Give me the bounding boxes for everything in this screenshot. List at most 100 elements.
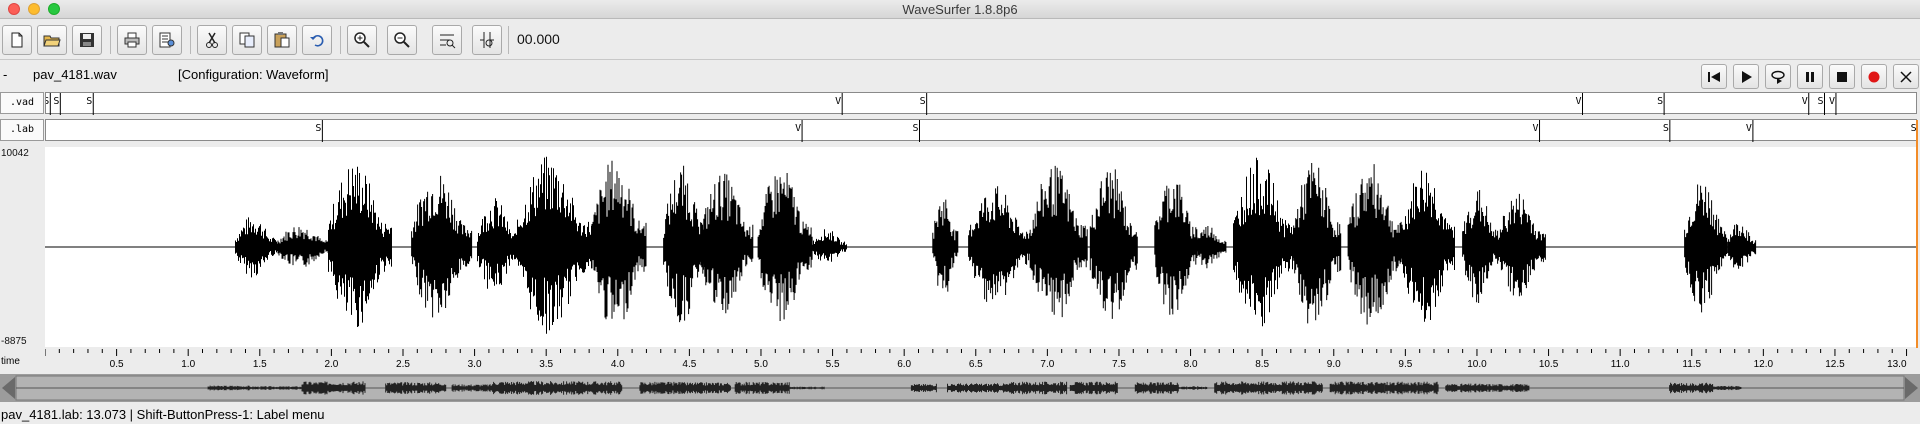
waveform-burst [1347,164,1403,325]
time-tick-label: 11.5 [1682,359,1701,370]
tier-label-text: V [795,123,801,134]
copy-icon [239,32,255,48]
print-icon [124,32,140,48]
window-title: WaveSurfer 1.8.8p6 [902,2,1018,17]
menu-dash[interactable]: - [3,67,7,82]
zoom-full-icon [440,34,456,49]
vad-tier[interactable]: SSSVSVSVSV [45,92,1917,115]
waveform-burst [1029,165,1088,318]
waveform-burst [932,199,959,292]
sound-filename: pav_4181.wav [33,67,117,82]
tier-label-text: V [1746,123,1752,134]
overview-waveform [0,374,1920,402]
overview-scrollbar[interactable] [0,374,1920,402]
waveform-burst [1233,157,1294,327]
skip-back-button[interactable] [1701,64,1727,89]
pause-button[interactable] [1797,64,1823,89]
waveform-pane[interactable] [45,147,1917,347]
time-tick-label: 2.0 [324,359,338,370]
time-tick-label: 13.0 [1887,359,1907,370]
lab-tier-label[interactable]: .lab [0,119,44,141]
record-button[interactable] [1861,64,1887,89]
zoom-selection-icon [480,32,494,48]
time-tick-label: 4.0 [611,359,625,370]
waveform-burst [1194,226,1227,269]
undo-icon [310,35,324,47]
play-button[interactable] [1733,64,1759,89]
time-axis: 0.5 1.0 1.5 2.0 2.5 3.0 3.5 4.0 4.5 5.0 5.5 6.0 6.5 7… [44,349,1917,374]
waveform-burst [812,229,847,262]
zoom-full-button[interactable] [432,25,462,55]
time-tick-label: 5.5 [826,359,840,370]
time-tick-label: 7.0 [1040,359,1054,370]
time-tick-label: 1.0 [181,359,195,370]
time-tick-label: 7.5 [1112,359,1126,370]
tier-label-text: V [1575,96,1581,107]
undo-button[interactable] [302,25,332,55]
waveform-burst [1089,169,1138,319]
close-icon [1900,70,1912,83]
new-file-button[interactable] [2,25,32,55]
stop-icon [1837,71,1847,82]
lab-tier[interactable]: SVSVSVS [45,119,1918,142]
playback-cursor [1916,120,1918,348]
tier-label-text: S [912,123,918,134]
play-loop-button[interactable] [1765,64,1791,89]
time-display: 00.000 [517,31,560,47]
stop-button[interactable] [1829,64,1855,89]
play-icon [1742,70,1752,83]
save-button[interactable] [72,25,102,55]
time-tick-label: 0.5 [110,359,124,370]
waveform-burst [1727,224,1757,269]
waveform-burst [968,186,1031,302]
properties-button[interactable] [152,25,182,55]
waveform-burst [700,173,754,314]
zoom-out-icon [394,32,410,48]
cut-button[interactable] [197,25,227,55]
waveform-burst [477,198,518,289]
waveform [45,156,1917,334]
tier-label-text: S [1657,96,1663,107]
time-tick-label: 12.0 [1754,359,1774,370]
zoom-out-button[interactable] [387,25,417,55]
pause-icon [1806,71,1814,82]
tier-label-text: S [53,96,59,107]
cut-icon [206,32,218,48]
record-icon [1868,71,1880,82]
open-button[interactable] [37,25,67,55]
copy-button[interactable] [232,25,262,55]
tier-label-text: S [1817,96,1823,107]
time-tick-label: 8.5 [1255,359,1269,370]
tier-label-text: V [835,96,841,107]
vad-tier-label[interactable]: .vad [0,92,44,114]
overview-burst [1329,381,1385,395]
time-tick-label: 6.0 [897,359,911,370]
close-sound-button[interactable] [1893,64,1919,89]
waveform-burst [757,173,813,321]
waveform-burst [1293,163,1342,324]
time-tick-label: 4.5 [682,359,696,370]
time-tick-label: 3.0 [468,359,482,370]
waveform-burst [517,156,592,334]
lab-boundaries: SVSVSVS [315,120,1918,142]
zoom-selection-button[interactable] [472,25,502,55]
waveform-ymin: -8875 [1,336,27,347]
skip-back-icon [1708,71,1720,82]
sound-info-bar: - pav_4181.wav [Configuration: Waveform] [0,61,1920,91]
title-bar: WaveSurfer 1.8.8p6 [0,0,1920,19]
overview-burst [1214,381,1276,395]
time-tick-label: 11.0 [1611,359,1630,370]
print-button[interactable] [117,25,147,55]
tier-label-text: S [1663,123,1669,134]
paste-button[interactable] [267,25,297,55]
zoom-in-button[interactable] [347,25,377,55]
open-folder-icon [43,35,61,47]
waveform-burst [663,165,707,323]
waveform-burst [328,166,392,327]
save-icon [80,33,94,47]
waveform-burst [1154,184,1198,315]
new-file-icon [11,32,23,48]
time-tick-label: 2.5 [396,359,410,370]
waveform-ymax: 10042 [1,148,29,159]
time-tick-label: 12.5 [1825,359,1845,370]
